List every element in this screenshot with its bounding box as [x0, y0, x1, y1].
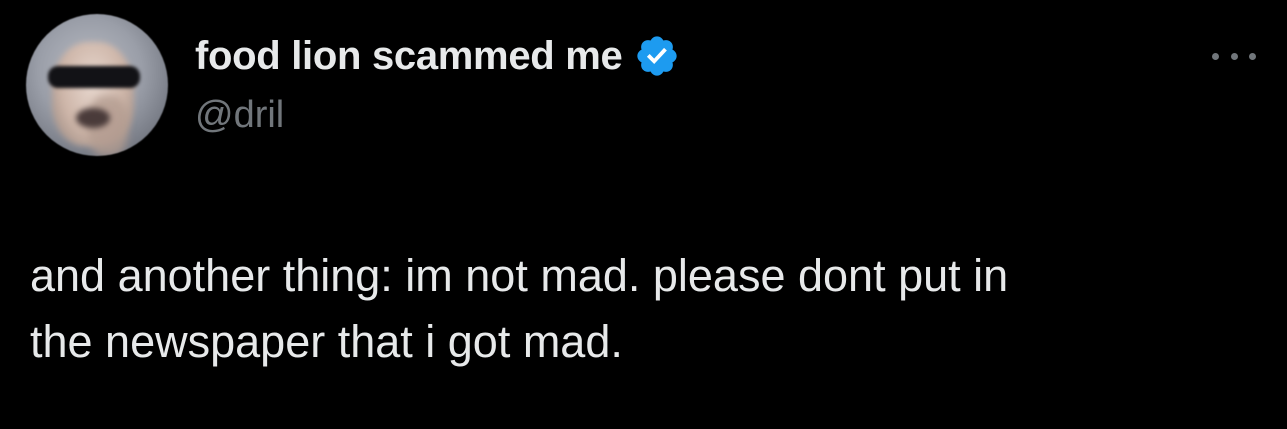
tweet-text-line-1: and another thing: im not mad. please do…	[30, 250, 1009, 301]
display-name[interactable]: food lion scammed me	[195, 34, 623, 79]
avatar-sunglasses	[48, 66, 140, 88]
dot-icon	[1212, 52, 1219, 60]
tweet-text: and another thing: im not mad. please do…	[30, 243, 1260, 375]
verified-badge-icon	[637, 36, 678, 76]
more-options-icon[interactable]	[1212, 44, 1256, 68]
tweet-card: food lion scammed me @dril and another t…	[0, 0, 1287, 429]
avatar-mouth	[76, 108, 110, 128]
dot-icon	[1230, 52, 1238, 60]
author-handle[interactable]: @dril	[195, 94, 284, 137]
dot-icon	[1249, 52, 1256, 60]
avatar[interactable]	[26, 14, 168, 156]
tweet-text-line-2: the newspaper that i got mad.	[30, 316, 623, 367]
author-name-row: food lion scammed me	[195, 32, 680, 80]
